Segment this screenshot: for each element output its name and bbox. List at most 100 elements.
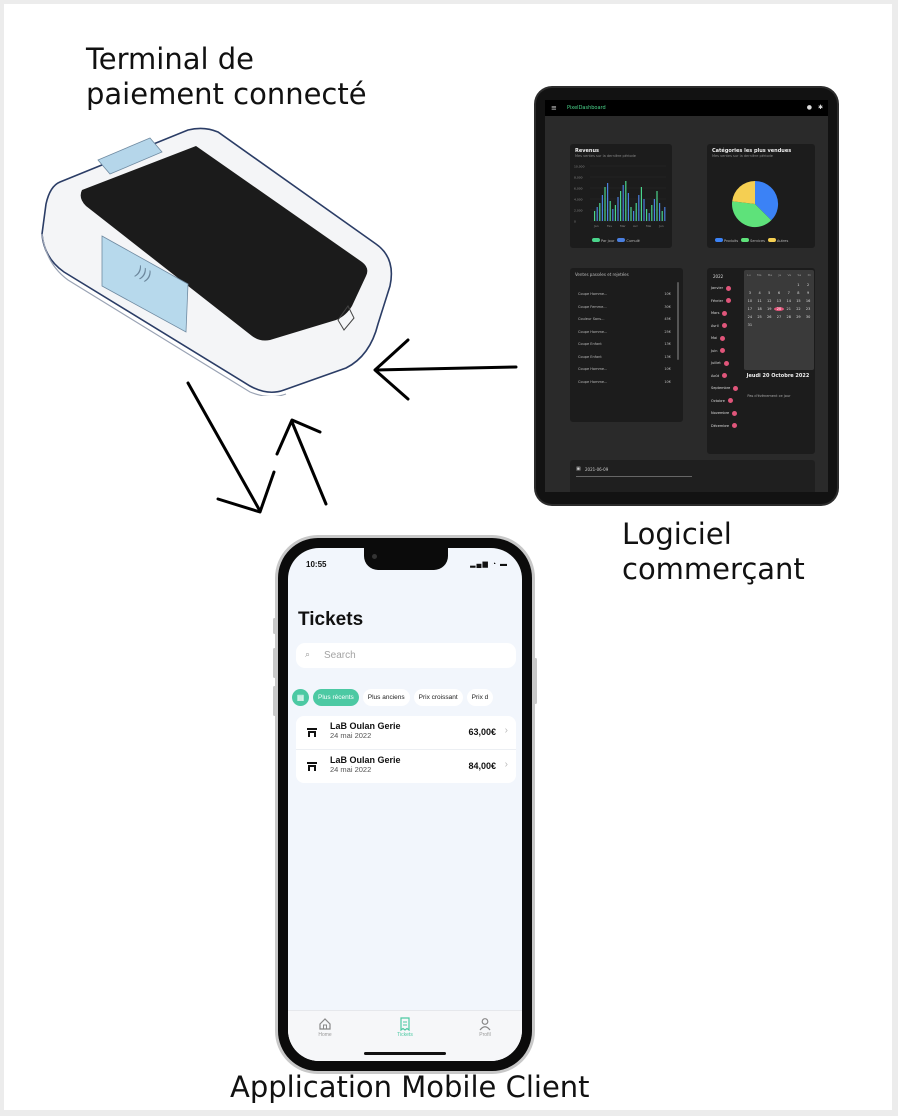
calendar-day[interactable]: 23 <box>803 307 813 311</box>
revenus-bar <box>599 203 601 221</box>
weekday-label: Lu <box>747 273 751 277</box>
y-tick-label: 2,000 <box>574 209 583 213</box>
calendar-day[interactable]: 13 <box>774 299 784 303</box>
calendar-month-item[interactable]: Février <box>711 295 741 308</box>
calendar-month-item[interactable]: Juillet <box>711 357 741 370</box>
vente-amount: 10€ <box>664 379 671 384</box>
calendar-day[interactable]: 5 <box>764 291 774 295</box>
calendar-month-label: Juin <box>711 348 718 353</box>
calendar-day[interactable]: 2 <box>803 283 813 287</box>
vente-row[interactable]: Coupe Enfant 13€ <box>578 355 671 359</box>
bell-icon[interactable]: ● <box>807 104 812 111</box>
home-icon <box>319 1018 331 1030</box>
chevron-right-icon: › <box>504 759 508 770</box>
calendar-month-dot <box>726 298 732 304</box>
legend-item-services: Services <box>741 238 765 243</box>
calendar-day[interactable]: 4 <box>755 291 765 295</box>
vente-row[interactable]: Coupe Homme... 25€ <box>578 330 671 334</box>
ticket-date: 24 mai 2022 <box>330 731 372 740</box>
search-input[interactable]: ⌕ Search <box>296 643 516 668</box>
vente-name: Coupe Homme... <box>578 379 608 384</box>
camera-icon <box>372 554 377 559</box>
calendar-day[interactable]: 28 <box>784 315 794 319</box>
calendar-day[interactable]: 24 <box>745 315 755 319</box>
calendar-day[interactable]: 27 <box>774 315 784 319</box>
calendar-day[interactable]: 26 <box>764 315 774 319</box>
chip-oldest[interactable]: Plus anciens <box>362 688 410 706</box>
calendar-day[interactable]: 16 <box>803 299 813 303</box>
legend-label: Cumulé <box>626 239 640 243</box>
store-icon <box>307 728 317 737</box>
calendar-day[interactable]: 29 <box>794 315 804 319</box>
menu-icon[interactable]: ≡ <box>551 104 557 112</box>
calendar-day[interactable]: 22 <box>794 307 804 311</box>
calendar-day[interactable]: 19 <box>764 307 774 311</box>
gear-icon[interactable]: ✱ <box>818 104 823 111</box>
revenus-bar <box>607 183 609 221</box>
calendar-day[interactable]: 11 <box>755 299 765 303</box>
calendar-month-item[interactable]: Octobre <box>711 395 741 408</box>
calendar-grid: Lu Ma Me Je Ve Sa Di 1 2 3 4 5 6 7 8 9 10 11 12 13 14 15 16 17… <box>744 270 814 370</box>
tab-home[interactable]: Home <box>305 1017 345 1038</box>
ventes-scrollbar[interactable] <box>677 282 679 360</box>
date-field[interactable]: ▣ 2021-06-09 <box>570 460 815 492</box>
calendar-month-item[interactable]: Novembre <box>711 407 741 420</box>
calendar-day[interactable]: 20 <box>774 307 784 311</box>
diagram-canvas: Terminal de paiement connecté Logiciel c… <box>4 4 892 1110</box>
calendar-month-item[interactable]: Janvier <box>711 282 741 295</box>
revenus-bar <box>601 195 603 221</box>
weekday-label: Ve <box>787 273 792 277</box>
calendar-day[interactable]: 8 <box>794 291 804 295</box>
revenus-bar <box>643 199 645 221</box>
calendar-month-item[interactable]: Décembre <box>711 420 741 433</box>
calendar-day[interactable]: 12 <box>764 299 774 303</box>
ticket-date: 24 mai 2022 <box>330 765 372 774</box>
calendar-month-item[interactable]: Septembre <box>711 382 741 395</box>
calendar-day[interactable]: 21 <box>784 307 794 311</box>
calendar-month-item[interactable]: Avril <box>711 320 741 333</box>
calendar-day[interactable]: 25 <box>755 315 765 319</box>
vente-row[interactable]: Couleur Sans... 45€ <box>578 317 671 321</box>
calendar-month-item[interactable]: Juin <box>711 345 741 358</box>
legend-item-autres: Autres <box>767 238 788 243</box>
calendar-day[interactable]: 17 <box>745 307 755 311</box>
vente-name: Coupe Enfant <box>578 354 602 359</box>
vente-row[interactable]: Coupe Homme... 10€ <box>578 292 671 296</box>
calendar-month-item[interactable]: Août <box>711 370 741 383</box>
calendar-day[interactable]: 18 <box>755 307 765 311</box>
calendar-day[interactable]: 14 <box>784 299 794 303</box>
calendar-day[interactable]: 7 <box>784 291 794 295</box>
revenus-bar <box>653 199 655 221</box>
x-tick-label: Jun <box>658 224 664 228</box>
revenus-bar <box>627 193 629 221</box>
vente-row[interactable]: Coupe Enfant 13€ <box>578 342 671 346</box>
vente-row[interactable]: Coupe Homme... 10€ <box>578 380 671 384</box>
calendar-month-label: Janvier <box>711 286 724 291</box>
vente-row[interactable]: Coupe Homme... 10€ <box>578 367 671 371</box>
calendar-day[interactable]: 3 <box>745 291 755 295</box>
calendar-day[interactable]: 31 <box>745 323 755 327</box>
calendar-day[interactable]: 6 <box>774 291 784 295</box>
ticket-row[interactable]: LaB Oulan Gerie 24 mai 2022 63,00€ › <box>296 716 516 749</box>
chip-price-asc[interactable]: Prix croissant <box>413 688 463 706</box>
chip-recent[interactable]: Plus récents <box>313 688 359 706</box>
vente-row[interactable]: Coupe Femme... 30€ <box>578 305 671 309</box>
calendar-filter-button[interactable]: ▦ <box>292 688 309 706</box>
ticket-row[interactable]: LaB Oulan Gerie 24 mai 2022 84,00€ › <box>296 749 516 783</box>
calendar-month-label: Avril <box>711 323 719 328</box>
chip-price-desc[interactable]: Prix d <box>466 688 494 706</box>
calendar-month-item[interactable]: Mars <box>711 307 741 320</box>
tab-tickets[interactable]: Tickets <box>385 1017 425 1038</box>
calendar-day[interactable]: 10 <box>745 299 755 303</box>
calendar-card: 20 22 Janvier Février Mars Avril Mai Juin Juill… <box>707 268 815 454</box>
vente-amount: 25€ <box>664 329 671 334</box>
phone-notch <box>364 548 448 570</box>
calendar-day[interactable]: 30 <box>803 315 813 319</box>
calendar-day[interactable]: 15 <box>794 299 804 303</box>
calendar-day[interactable]: 1 <box>794 283 804 287</box>
weekday-label: Je <box>778 273 782 277</box>
status-icons: ▂▄▆ ◔ ▬ <box>470 561 508 568</box>
tab-profil[interactable]: Profil <box>465 1017 505 1038</box>
calendar-month-item[interactable]: Mai <box>711 332 741 345</box>
calendar-day[interactable]: 9 <box>803 291 813 295</box>
